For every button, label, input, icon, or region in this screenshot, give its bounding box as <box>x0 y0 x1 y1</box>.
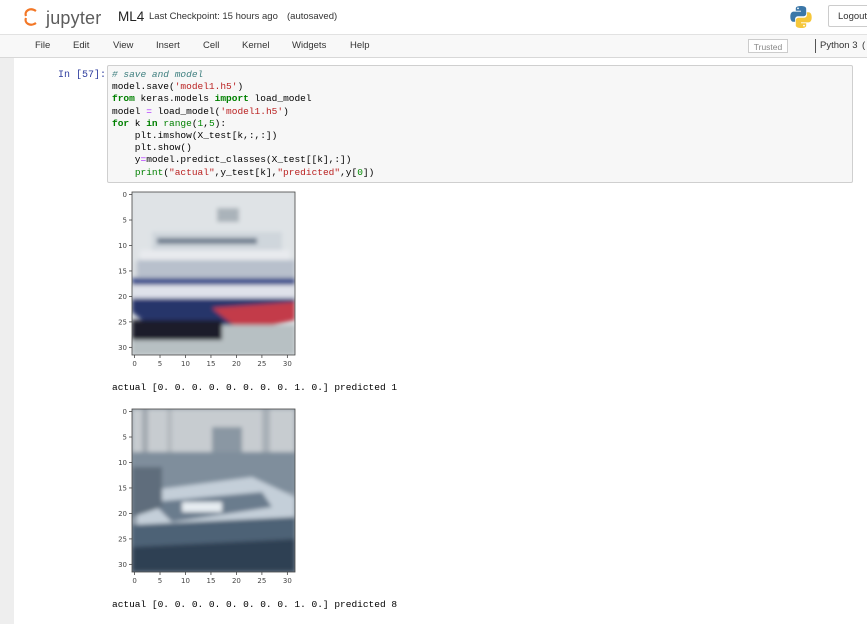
kernel-separator <box>815 39 816 53</box>
code-line: from keras.models import load_model <box>112 93 312 105</box>
code-line: # save and model <box>112 69 204 80</box>
x-tick-label: 10 <box>181 577 190 585</box>
notebook-container: In [57]: # save and model model.save('mo… <box>14 58 867 624</box>
menu-file[interactable]: File <box>35 40 50 51</box>
kernel-status-indicator: ( <box>862 40 866 51</box>
code-line: model.save('model1.h5') <box>112 81 244 93</box>
x-axis-ticks: 0 5 10 15 20 25 30 <box>132 572 292 585</box>
logout-button[interactable]: Logout <box>828 5 867 27</box>
x-tick-label: 20 <box>232 360 241 368</box>
code-line: y=model.predict_classes(X_test[[k],:]) <box>112 154 352 166</box>
x-tick-label: 5 <box>158 577 162 585</box>
python-logo-icon <box>790 6 812 28</box>
output-plot-1: 0 5 10 15 20 25 30 0 5 10 15 20 25 30 <box>118 191 296 368</box>
y-tick-label: 0 <box>123 191 127 199</box>
y-tick-label: 25 <box>118 535 127 543</box>
x-tick-label: 0 <box>132 360 136 368</box>
boat-image <box>132 409 295 572</box>
menu-view[interactable]: View <box>113 40 133 51</box>
x-tick-label: 15 <box>206 577 215 585</box>
x-axis-ticks: 0 5 10 15 20 25 30 <box>132 355 292 368</box>
y-tick-label: 0 <box>123 408 127 416</box>
output-text-2: actual [0. 0. 0. 0. 0. 0. 0. 0. 1. 0.] p… <box>112 599 398 610</box>
output-text-1: actual [0. 0. 0. 0. 0. 0. 0. 0. 1. 0.] p… <box>112 382 398 393</box>
code-line: plt.show() <box>112 142 192 154</box>
y-axis-ticks: 0 5 10 15 20 25 30 <box>118 191 132 352</box>
menu-edit[interactable]: Edit <box>73 40 89 51</box>
y-tick-label: 30 <box>118 561 127 569</box>
code-editor[interactable]: # save and model model.save('model1.h5')… <box>112 69 374 179</box>
ship-image <box>132 192 295 355</box>
x-tick-label: 15 <box>206 360 215 368</box>
x-tick-label: 30 <box>283 360 292 368</box>
menu-help[interactable]: Help <box>350 40 370 51</box>
y-tick-label: 20 <box>118 510 127 518</box>
kernel-name: Python 3 <box>820 40 858 51</box>
x-tick-label: 30 <box>283 577 292 585</box>
jupyter-logo[interactable]: jupyter <box>24 6 106 28</box>
y-tick-label: 20 <box>118 293 127 301</box>
code-line: model = load_model('model1.h5') <box>112 105 289 117</box>
x-tick-label: 25 <box>257 577 266 585</box>
checkpoint-status: Last Checkpoint: 15 hours ago <box>149 11 278 22</box>
autosave-status: (autosaved) <box>287 11 338 22</box>
jupyter-logo-icon <box>24 8 37 26</box>
x-tick-label: 20 <box>232 577 241 585</box>
y-tick-label: 5 <box>123 434 127 442</box>
y-tick-label: 30 <box>118 344 127 352</box>
y-axis-ticks: 0 5 10 15 20 25 30 <box>118 408 132 569</box>
y-tick-label: 25 <box>118 318 127 326</box>
output-plot-2: 0 5 10 15 20 25 30 0 5 10 15 20 25 30 <box>118 408 296 585</box>
y-tick-label: 5 <box>123 217 127 225</box>
trusted-indicator[interactable]: Trusted <box>748 39 788 53</box>
y-tick-label: 15 <box>118 484 127 492</box>
code-line: plt.imshow(X_test[k,:,:]) <box>112 130 278 142</box>
input-prompt: In [57]: <box>58 70 107 81</box>
y-tick-label: 15 <box>118 267 127 275</box>
menu-kernel[interactable]: Kernel <box>242 40 269 51</box>
code-cell-input[interactable]: # save and model model.save('model1.h5')… <box>107 65 853 183</box>
x-tick-label: 10 <box>181 360 190 368</box>
x-tick-label: 0 <box>132 577 136 585</box>
code-line: for k in range(1,5): <box>112 117 227 129</box>
x-tick-label: 5 <box>158 360 162 368</box>
y-tick-label: 10 <box>118 242 127 250</box>
menu-insert[interactable]: Insert <box>156 40 180 51</box>
notebook-name[interactable]: ML4 <box>118 9 144 24</box>
notebook-header: jupyter ML4 Last Checkpoint: 15 hours ag… <box>0 0 867 34</box>
y-tick-label: 10 <box>118 459 127 467</box>
code-line: print("actual",y_test[k],"predicted",y[0… <box>134 166 375 178</box>
menubar: File Edit View Insert Cell Kernel Widget… <box>0 34 867 58</box>
menu-cell[interactable]: Cell <box>203 40 219 51</box>
x-tick-label: 25 <box>257 360 266 368</box>
jupyter-logo-text: jupyter <box>46 8 102 28</box>
menu-widgets[interactable]: Widgets <box>292 40 326 51</box>
